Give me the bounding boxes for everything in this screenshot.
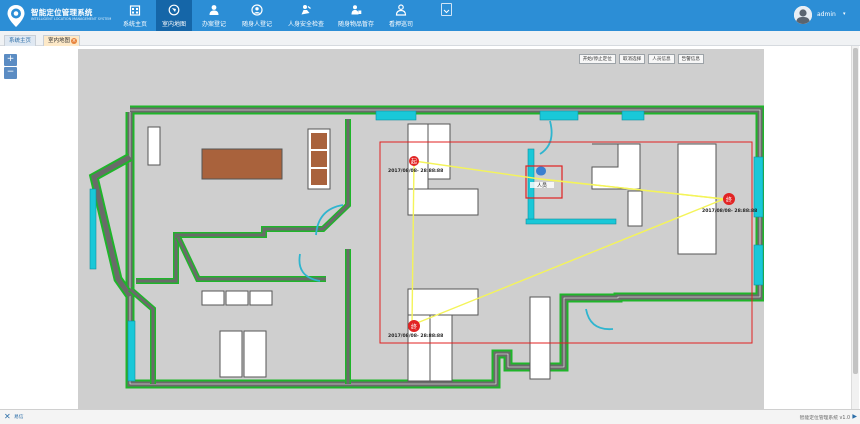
tab-indoor-map[interactable]: 室内地图 × xyxy=(43,35,80,46)
tab-strip: 系统主页 室内地图 × xyxy=(0,31,860,46)
footer: ✕ 易信 智能定位管理系统 v1.0 ▶ xyxy=(0,409,860,424)
brand-logo-icon: ✕ xyxy=(4,412,11,421)
nav-label: 系统主页 xyxy=(122,21,147,28)
belongings-icon xyxy=(351,5,362,15)
caret-down-icon[interactable]: ▾ xyxy=(843,11,846,17)
nav-item-guard-patrol[interactable]: 看押巡司 xyxy=(382,0,420,31)
footer-version: 智能定位管理系统 v1.0 xyxy=(799,416,850,421)
vertical-scrollbar[interactable] xyxy=(851,46,859,409)
zoom-in-button[interactable]: + xyxy=(4,54,17,66)
timestamp-label: 2017/08/08- 28:88:88 xyxy=(388,334,444,339)
marker-glyph: 起 xyxy=(411,158,417,166)
marker-waypoint[interactable]: 终 xyxy=(723,193,735,205)
tab-label: 室内地图 xyxy=(48,38,71,44)
collapse-arrow-icon[interactable]: ▶ xyxy=(852,413,857,420)
more-menu-button[interactable] xyxy=(441,3,452,16)
marker-start[interactable]: 起 xyxy=(409,156,419,166)
furniture xyxy=(147,123,717,382)
zoom-out-button[interactable]: − xyxy=(4,67,17,79)
map-icon xyxy=(168,4,180,16)
marker-end[interactable]: 终 xyxy=(408,320,420,332)
nav-item-home[interactable]: 系统主页 xyxy=(118,0,152,31)
person-register-icon xyxy=(251,4,263,16)
nav-label: 室内地图 xyxy=(161,21,186,28)
indoor-map-canvas[interactable]: 开始/停止定位 取消选择 人员信息 告警信息 起 人员 终 终 2017/08/… xyxy=(78,49,764,409)
footer-brand: 易信 xyxy=(14,415,24,420)
tab-label: 系统主页 xyxy=(9,38,32,44)
nav-label: 随身物品暂存 xyxy=(337,21,374,28)
guard-icon xyxy=(395,4,407,16)
security-check-icon xyxy=(301,5,311,15)
tab-home[interactable]: 系统主页 xyxy=(4,35,36,46)
marker-glyph: 人员 xyxy=(537,183,547,189)
app-subtitle: INTELLIGENT LOCATION MANAGEMENT SYSTEM xyxy=(31,17,112,21)
nav-label: 人身安全检查 xyxy=(287,21,324,28)
avatar[interactable] xyxy=(794,6,812,24)
case-register-icon xyxy=(209,5,219,15)
nav-label: 办案登记 xyxy=(201,21,226,28)
timestamp-label: 2017/08/08- 28:88:88 xyxy=(388,169,444,174)
nav-item-person-register[interactable]: 随身人登记 xyxy=(236,0,278,31)
nav-item-belongings-storage[interactable]: 随身物品暂存 xyxy=(334,0,378,31)
home-icon xyxy=(129,5,141,16)
top-navigation-bar: 智能定位管理系统 INTELLIGENT LOCATION MANAGEMENT… xyxy=(0,0,860,31)
marker-glyph: 终 xyxy=(726,196,732,204)
close-icon[interactable]: × xyxy=(71,38,77,44)
nav-item-case-register[interactable]: 办案登记 xyxy=(196,0,232,31)
nav-item-security-check[interactable]: 人身安全检查 xyxy=(282,0,330,31)
timestamp-label: 2017/08/08- 28:88:88 xyxy=(702,209,758,214)
marker-glyph: 终 xyxy=(411,323,417,331)
chevron-down-icon xyxy=(443,9,450,14)
user-avatar-icon xyxy=(794,6,812,24)
location-pin-logo-icon xyxy=(7,5,25,27)
nav-label: 看押巡司 xyxy=(388,21,413,28)
app-root: 智能定位管理系统 INTELLIGENT LOCATION MANAGEMENT… xyxy=(0,0,860,424)
floor-plan: 起 人员 终 终 xyxy=(88,105,764,389)
username-label[interactable]: admin xyxy=(817,11,836,18)
nav-item-indoor-map[interactable]: 室内地图 xyxy=(156,0,192,31)
scrollbar-thumb[interactable] xyxy=(853,48,858,374)
nav-label: 随身人登记 xyxy=(241,21,272,28)
